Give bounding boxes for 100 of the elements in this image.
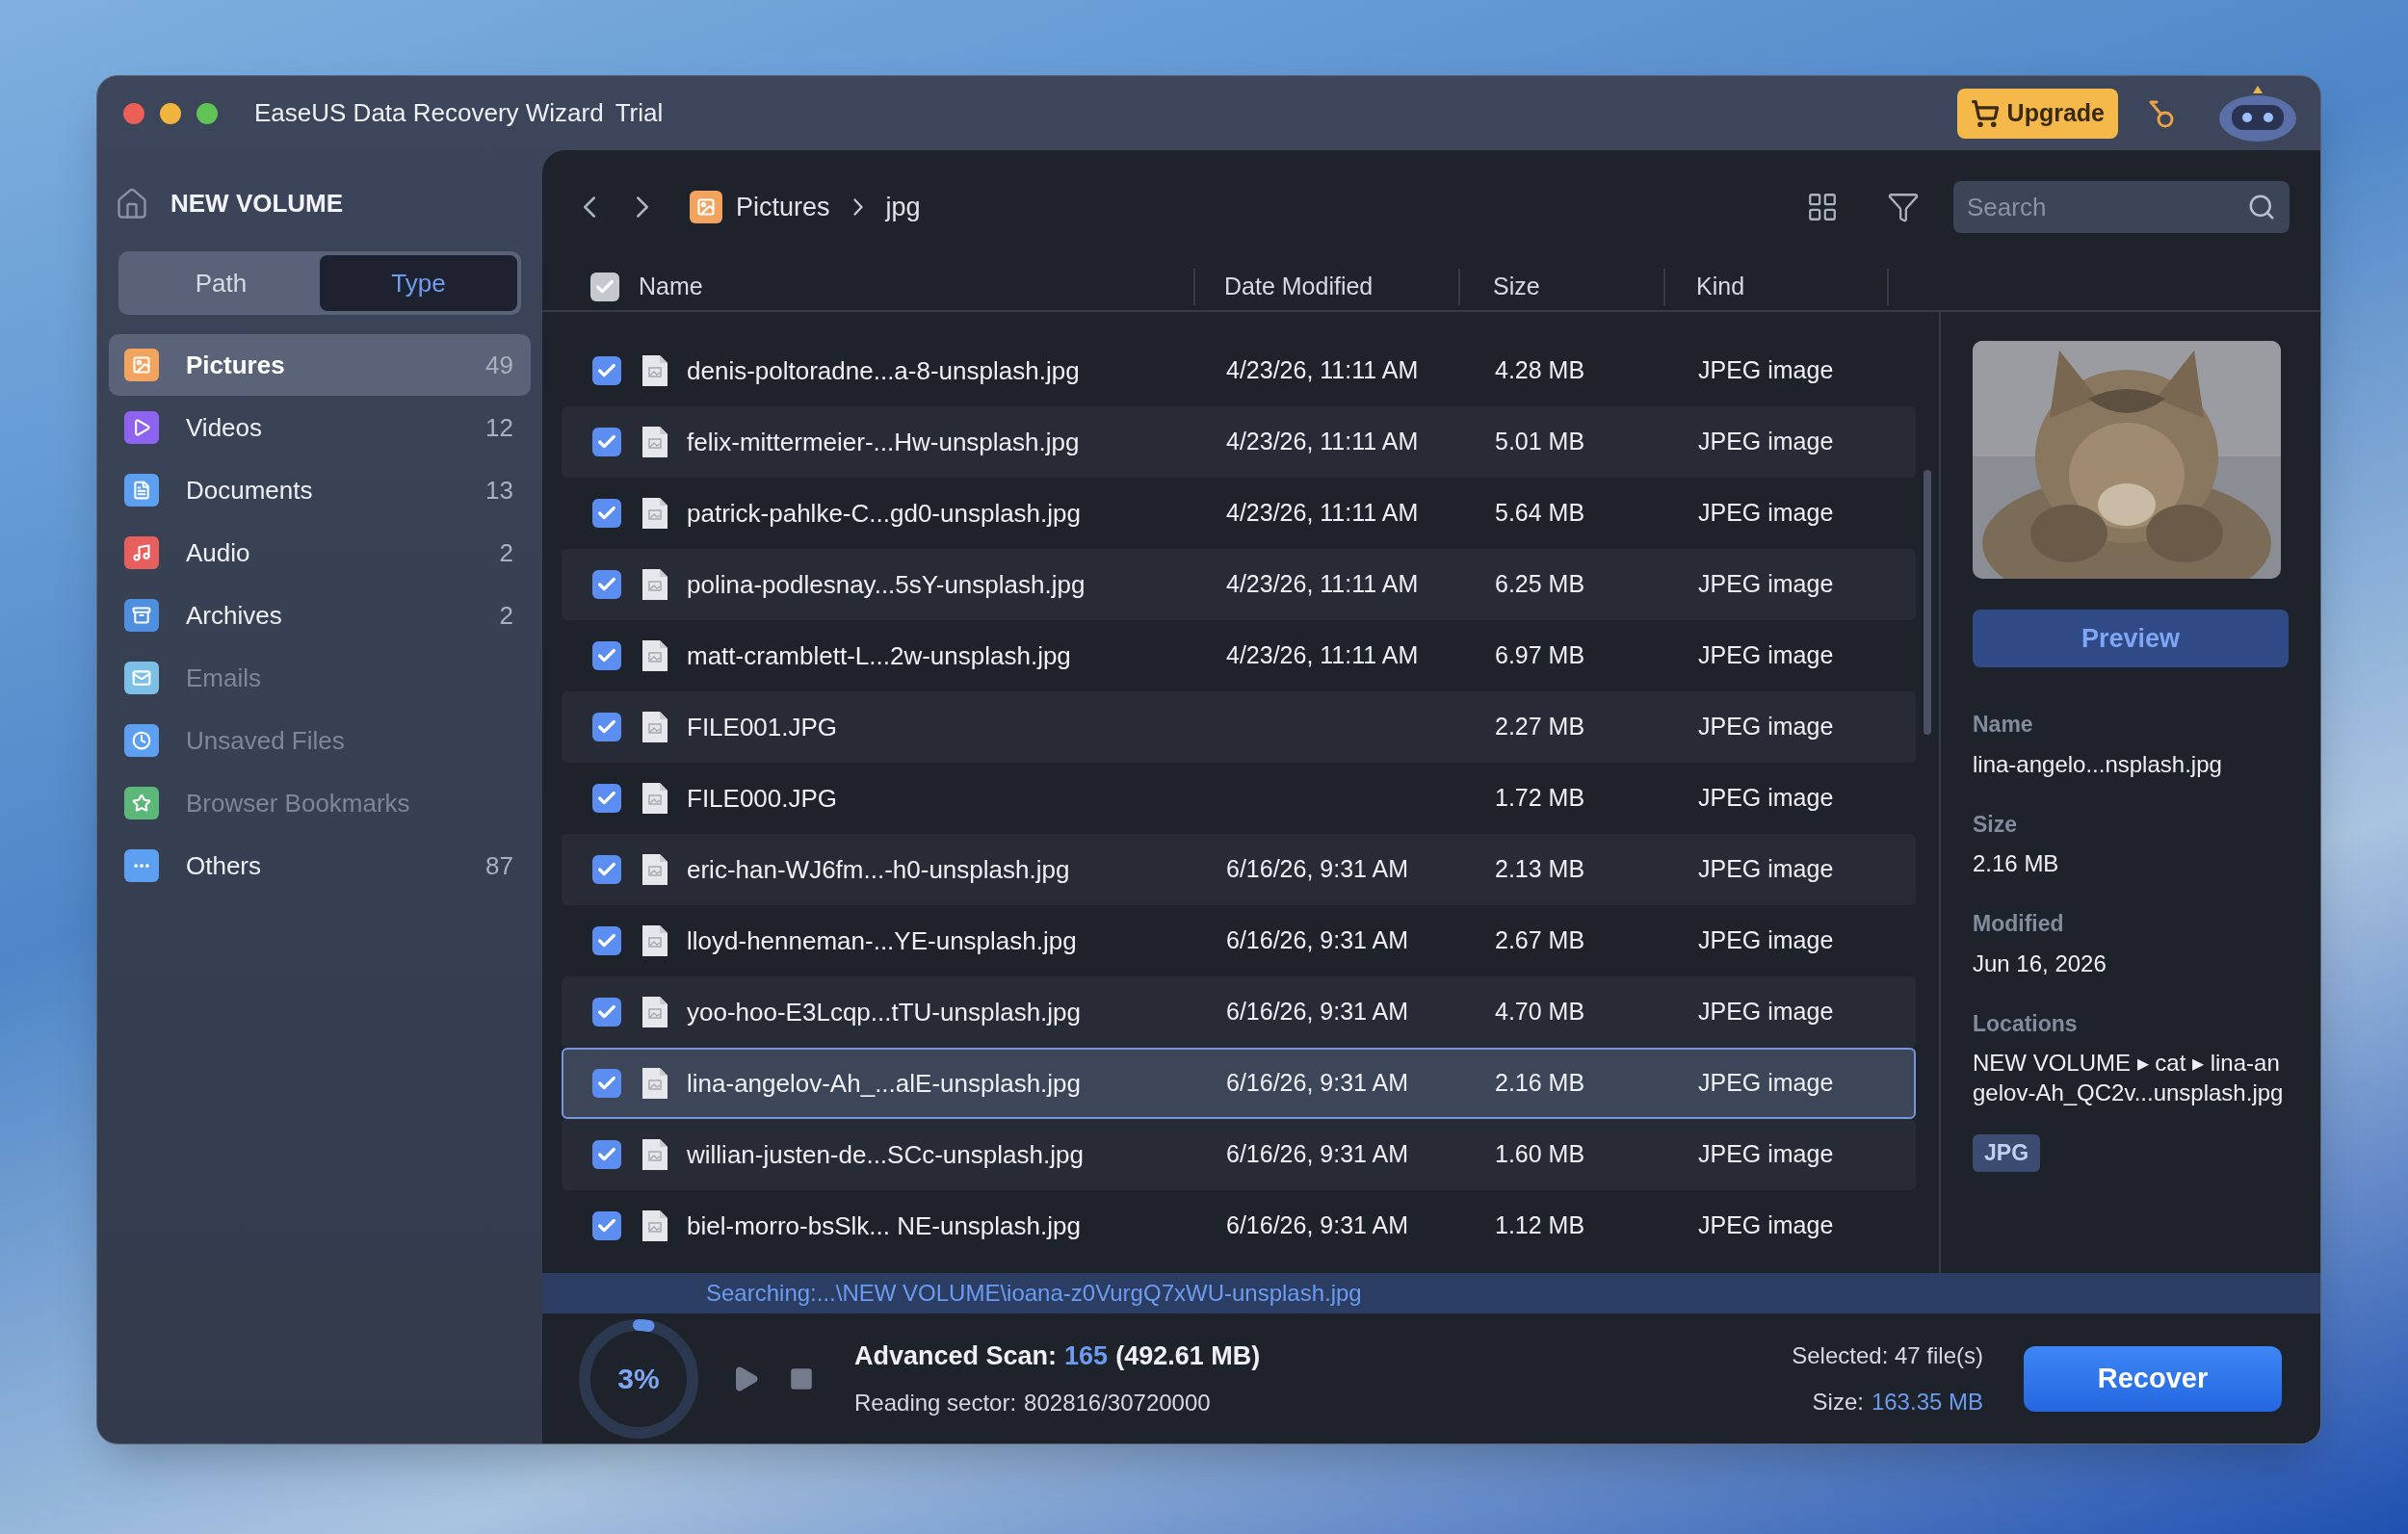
close-button[interactable] (123, 102, 144, 124)
checkbox[interactable] (592, 855, 621, 884)
checkbox[interactable] (592, 784, 621, 813)
checkbox[interactable] (592, 998, 621, 1027)
cart-icon (1970, 98, 2000, 128)
item-count: 12 (485, 411, 513, 444)
view-tab[interactable]: Type (320, 255, 517, 311)
sidebar-item[interactable]: Others 87 (109, 835, 531, 897)
window-title: EaseUS Data Recovery Wizard (254, 97, 604, 129)
sidebar-item[interactable]: Videos 12 (109, 397, 531, 458)
size-cell-text: 1.12 MB (1495, 1210, 1586, 1241)
stop-button[interactable] (789, 1365, 814, 1391)
breadcrumb-item[interactable]: Pictures (736, 187, 830, 227)
column-header[interactable]: Kind (1665, 269, 1889, 305)
checkbox[interactable] (592, 713, 621, 741)
size-cell-text: 2.13 MB (1495, 854, 1586, 885)
file-row[interactable]: lloyd-henneman-...YE-unsplash.jpg 6/16/26, 9:31 AM 2.67 MB JPEG image (562, 905, 1916, 976)
kind-cell-text: JPEG image (1698, 997, 1835, 1027)
file-name: FILE001.JPG (687, 711, 839, 743)
date-cell-text: 6/16/26, 9:31 AM (1226, 1068, 1410, 1099)
checkbox[interactable] (592, 1140, 621, 1169)
size-cell-text: 2.67 MB (1495, 925, 1586, 956)
size-cell-text: 1.60 MB (1495, 1139, 1586, 1170)
checkbox[interactable] (592, 570, 621, 599)
scrollbar-thumb[interactable] (1924, 470, 1931, 735)
image-file-icon (641, 1137, 669, 1172)
found-count: 165 (1064, 1340, 1109, 1373)
checkbox[interactable] (592, 641, 621, 670)
file-row[interactable]: biel-morro-bsSlk... NE-unsplash.jpg 6/16/26, 9:31 AM 1.12 MB JPEG image (562, 1190, 1916, 1261)
maximize-button[interactable] (196, 102, 218, 124)
file-row[interactable]: willian-justen-de...SCc-unsplash.jpg 6/16/26, 9:31 AM 1.60 MB JPEG image (562, 1119, 1916, 1190)
progress-percent: 3% (616, 1362, 661, 1396)
file-row[interactable]: matt-cramblett-L...2w-unsplash.jpg 4/23/26, 11:11 AM 6.97 MB JPEG image (562, 620, 1916, 691)
file-row[interactable]: felix-mittermeier-...Hw-unsplash.jpg 4/23/26, 11:11 AM 5.01 MB JPEG image (562, 406, 1916, 478)
file-row[interactable]: denis-poltoradne...a-8-unsplash.jpg 4/23/26, 11:11 AM 4.28 MB JPEG image (562, 335, 1916, 406)
image-file-icon (641, 425, 669, 459)
view-tab[interactable]: Path (122, 255, 320, 311)
item-count: 13 (485, 474, 513, 507)
search-icon (2247, 193, 2276, 221)
checkbox[interactable] (590, 273, 619, 301)
minimize-button[interactable] (160, 102, 181, 124)
file-name: matt-cramblett-L...2w-unsplash.jpg (687, 639, 1072, 672)
file-row[interactable]: lina-angelov-Ah_...alE-unsplash.jpg 6/16/26, 9:31 AM 2.16 MB JPEG image (562, 1048, 1916, 1119)
sidebar-label: Videos (186, 411, 264, 444)
column-header[interactable]: Size (1460, 269, 1665, 305)
size-cell-text: 2.16 MB (1495, 1068, 1586, 1099)
size-cell-text: 5.01 MB (1495, 427, 1586, 457)
file-name: eric-han-WJ6fm...-h0-unsplash.jpg (687, 853, 1071, 886)
kind-cell-text: JPEG image (1698, 498, 1835, 529)
grid-view-icon[interactable] (1806, 191, 1839, 223)
file-name: felix-mittermeier-...Hw-unsplash.jpg (687, 426, 1081, 458)
file-row[interactable]: FILE001.JPG 2.27 MB JPEG image (562, 691, 1916, 763)
item-count: 2 (499, 599, 513, 632)
column-header[interactable]: Name (639, 269, 1195, 305)
kind-cell-text: JPEG image (1698, 925, 1835, 956)
size-cell-text: 5.64 MB (1495, 498, 1586, 529)
size-cell-text: 4.28 MB (1495, 355, 1586, 386)
kind-cell-text: JPEG image (1698, 854, 1835, 885)
sidebar-item[interactable]: Pictures 49 (109, 334, 531, 396)
file-row[interactable]: FILE000.JPG 1.72 MB JPEG image (562, 763, 1916, 834)
breadcrumb-item[interactable]: jpg (885, 187, 921, 227)
picture-folder-icon (690, 191, 722, 223)
date-cell-text: 4/23/26, 11:11 AM (1226, 498, 1420, 529)
recover-button[interactable]: Recover (2024, 1345, 2282, 1412)
file-row[interactable]: eric-han-WJ6fm...-h0-unsplash.jpg 6/16/26, 9:31 AM 2.13 MB JPEG image (562, 834, 1916, 905)
checkbox[interactable] (592, 1211, 621, 1240)
sidebar-label: Audio (186, 536, 251, 569)
checkbox[interactable] (592, 1069, 621, 1098)
upgrade-button[interactable]: Upgrade (1956, 88, 2118, 139)
checkbox[interactable] (592, 926, 621, 955)
file-name: biel-morro-bsSlk... NE-unsplash.jpg (687, 1209, 1082, 1242)
kind-cell-text: JPEG image (1698, 427, 1835, 457)
file-name: patrick-pahlke-C...gd0-unsplash.jpg (687, 497, 1082, 530)
kind-cell-text: JPEG image (1698, 1210, 1835, 1241)
checkbox[interactable] (592, 428, 621, 456)
preview-button[interactable]: Preview (1973, 610, 2289, 667)
sidebar-label: Pictures (186, 349, 286, 381)
detail-label: Name (1973, 711, 2034, 739)
kind-cell-text: JPEG image (1698, 569, 1835, 600)
file-row[interactable]: polina-podlesnay...5sY-unsplash.jpg 4/23/26, 11:11 AM 6.25 MB JPEG image (562, 549, 1916, 620)
checkbox[interactable] (592, 499, 621, 528)
sidebar-item[interactable]: Documents 13 (109, 459, 531, 521)
sidebar-label: Archives (186, 599, 283, 632)
image-file-icon (641, 923, 669, 958)
file-name: polina-podlesnay...5sY-unsplash.jpg (687, 568, 1086, 601)
image-file-icon (641, 496, 669, 531)
date-cell-text: 6/16/26, 9:31 AM (1226, 1210, 1410, 1241)
file-row[interactable]: patrick-pahlke-C...gd0-unsplash.jpg 4/23/26, 11:11 AM 5.64 MB JPEG image (562, 478, 1916, 549)
checkbox[interactable] (592, 356, 621, 385)
file-row[interactable]: yoo-hoo-E3Lcqp...tTU-unsplash.jpg 6/16/26, 9:31 AM 4.70 MB JPEG image (562, 976, 1916, 1048)
detail-label: Size (1973, 810, 2019, 839)
filter-icon[interactable] (1887, 191, 1920, 223)
sidebar-item[interactable]: Audio 2 (109, 522, 531, 584)
breadcrumb-separator-icon (852, 198, 863, 216)
search-field[interactable]: Search (1953, 181, 2290, 233)
date-cell-text: 4/23/26, 11:11 AM (1226, 569, 1420, 600)
size-cell-text: 6.25 MB (1495, 569, 1586, 600)
column-header[interactable]: Date Modified (1195, 269, 1460, 305)
sidebar-item[interactable]: Archives 2 (109, 585, 531, 646)
kind-cell-text: JPEG image (1698, 1068, 1835, 1099)
